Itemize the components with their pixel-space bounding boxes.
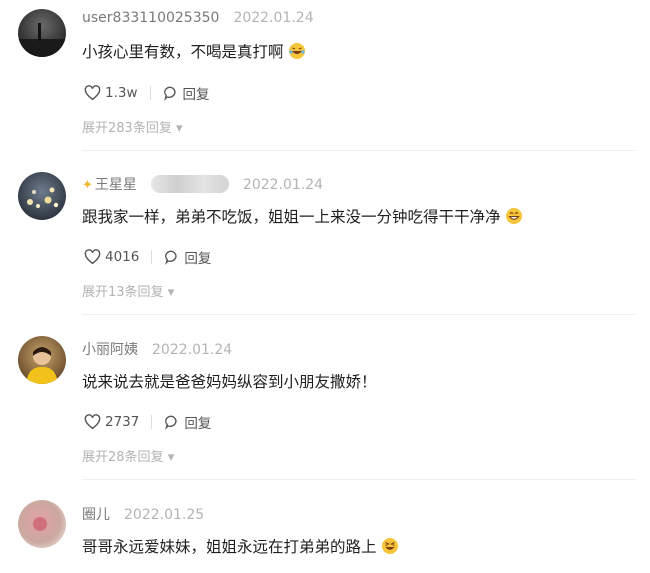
avatar[interactable] [18,172,66,220]
blurred-badge [150,175,229,193]
expand-replies-label: 展开283条回复 [82,121,172,136]
sparkle-star-icon: ✦ [82,178,93,193]
chevron-down-icon: ▾ [175,121,183,136]
expand-replies-label: 展开28条回复 [82,450,164,465]
divider [151,415,153,429]
comment-header: 圈儿 2022.01.25 [82,504,204,524]
avatar[interactable] [18,9,66,57]
like-count: 1.3w [105,85,138,101]
reply-button[interactable]: 回复 [164,412,211,432]
like-button[interactable]: 4016 [84,249,139,265]
username[interactable]: 圈儿 [82,507,110,523]
reply-button[interactable]: 回复 [163,83,210,103]
reply-label: 回复 [184,416,212,432]
comment-divider [82,150,636,151]
grinning-emoji-icon [505,208,522,224]
laughing-tears-emoji-icon [288,43,305,59]
divider [151,250,153,264]
reply-bubble-icon [165,250,177,265]
heart-icon [84,414,101,430]
comment-text: 跟我家一样，弟弟不吃饭，姐姐一上来没一分钟吃得干干净净 [82,205,523,227]
comment-text: 说来说去就是爸爸妈妈纵容到小朋友撒娇！ [82,370,377,392]
username[interactable]: 王星星 [95,177,137,193]
like-count: 4016 [105,249,140,265]
reply-label: 回复 [182,87,210,103]
username[interactable]: user833110025350 [82,10,219,26]
avatar[interactable] [18,500,66,548]
expand-replies[interactable]: 展开13条回复 ▾ [82,281,174,300]
comment-text: 哥哥永远爱妹妹，姐姐永远在打弟弟的路上 [82,535,399,557]
expand-replies[interactable]: 展开283条回复 ▾ [82,117,183,136]
divider [149,86,151,100]
comment-date: 2022.01.24 [233,10,314,26]
heart-icon [84,249,101,265]
comment-actions: 4016 回复 [84,247,211,267]
expand-replies[interactable]: 展开28条回复 ▾ [82,446,174,465]
comment-date: 2022.01.25 [124,507,205,523]
comment-header: 小丽阿姨 2022.01.24 [82,339,232,359]
squinting-grin-emoji-icon [381,538,398,554]
like-button[interactable]: 2737 [84,414,139,430]
comment-header: user833110025350 2022.01.24 [82,10,314,26]
comment-text-content: 哥哥永远爱妹妹，姐姐永远在打弟弟的路上 [82,538,377,556]
chevron-down-icon: ▾ [167,450,175,465]
comment-date: 2022.01.24 [242,177,324,193]
reply-label: 回复 [184,251,212,267]
reply-bubble-icon [165,415,177,430]
avatar[interactable] [18,336,66,384]
expand-replies-label: 展开13条回复 [82,285,164,300]
reply-button[interactable]: 回复 [164,247,211,267]
comment-text-content: 说来说去就是爸爸妈妈纵容到小朋友撒娇！ [82,373,377,391]
heart-icon [84,85,101,101]
avatar-pink-blur-icon [33,517,47,531]
reply-bubble-icon [163,86,176,101]
username[interactable]: 小丽阿姨 [82,342,138,358]
comment-actions: 1.3w 回复 [84,83,210,103]
avatar-dark-landscape-icon [18,23,66,57]
avatar-night-lights-icon [27,187,59,208]
comment-text: 小孩心里有数，不喝是真打啊 [82,40,306,62]
comment-date: 2022.01.24 [152,342,233,358]
comment-text-content: 小孩心里有数，不喝是真打啊 [82,43,284,61]
comment-text-content: 跟我家一样，弟弟不吃饭，姐姐一上来没一分钟吃得干干净净 [82,208,501,226]
chevron-down-icon: ▾ [167,285,175,300]
avatar-person-yellow-icon [26,347,58,384]
like-button[interactable]: 1.3w [84,85,138,101]
comment-actions: 2737 回复 [84,412,211,432]
comment-header: ✦ 王星星 2022.01.24 [82,174,323,194]
like-count: 2737 [105,414,140,430]
comment-divider [82,479,636,480]
comment-divider [82,314,636,315]
